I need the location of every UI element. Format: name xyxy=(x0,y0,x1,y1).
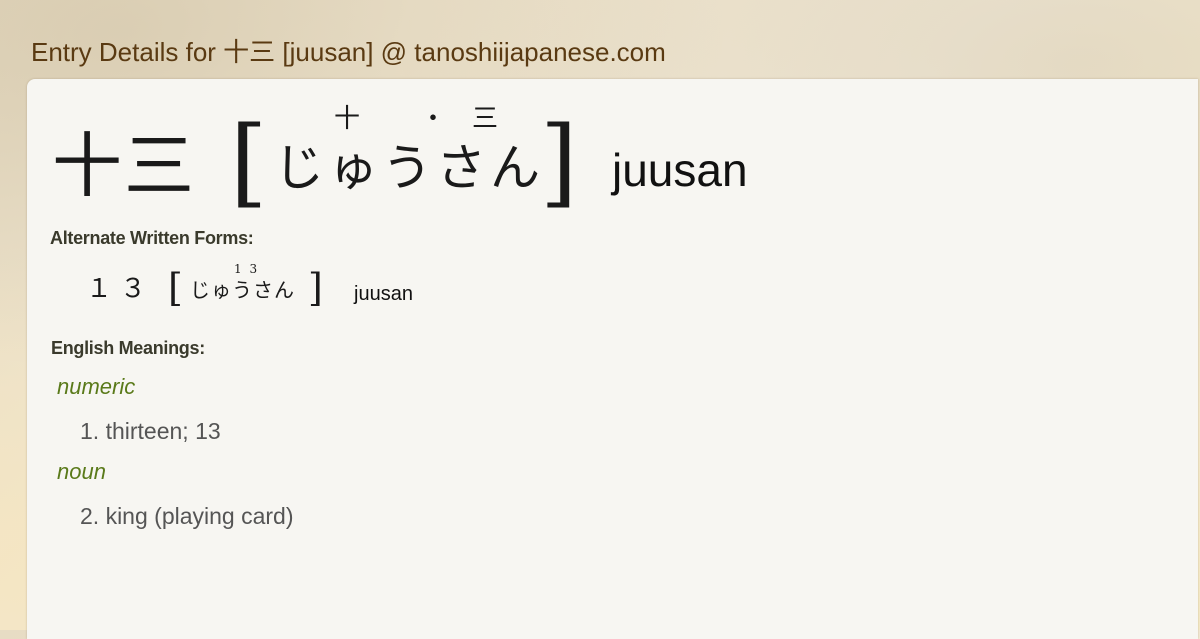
meaning-item: 2. king (playing card) xyxy=(80,503,294,529)
alternate-forms-label: Alternate Written Forms: xyxy=(50,228,254,248)
part-of-speech-noun: noun xyxy=(57,459,106,484)
alternate-bracket-open: [ xyxy=(168,266,183,310)
headword-kanji: 十三 xyxy=(52,125,196,207)
page-title: Entry Details for 十三 [juusan] @ tanoshii… xyxy=(31,37,666,67)
alternate-bracket-close: ] xyxy=(308,266,323,310)
alternate-furigana: 1 3 xyxy=(234,262,260,276)
english-meanings-label: English Meanings: xyxy=(51,338,205,358)
alternate-kanji: １３ xyxy=(86,274,155,304)
meaning-item: 1. thirteen; 13 xyxy=(80,418,221,444)
headword-bracket-close: ] xyxy=(540,106,578,218)
headword-bracket-open: [ xyxy=(230,106,268,218)
alternate-reading: じゅうさん xyxy=(190,278,295,302)
part-of-speech-numeric: numeric xyxy=(57,374,136,399)
headword-romaji: juusan xyxy=(612,144,748,196)
alternate-romaji: juusan xyxy=(354,283,413,305)
headword-reading: じゅうさん xyxy=(274,139,544,197)
